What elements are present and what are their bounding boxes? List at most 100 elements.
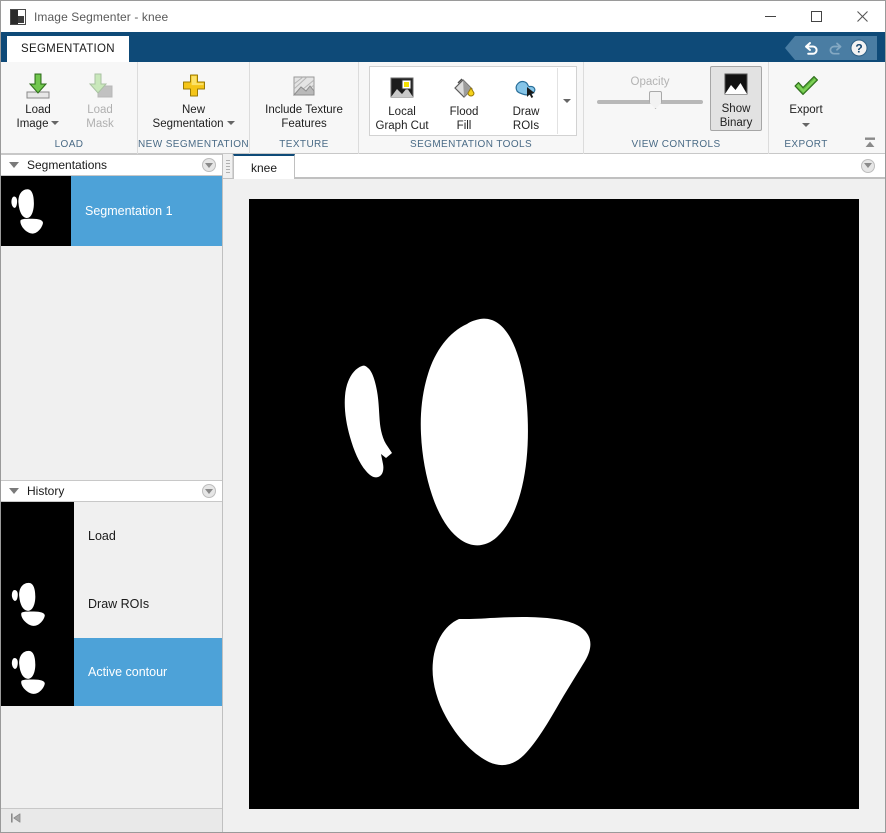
history-thumbnail-empty bbox=[1, 502, 74, 570]
flood-fill-label-2: Fill bbox=[457, 120, 472, 132]
more-tools-icon[interactable] bbox=[557, 68, 575, 134]
group-title-load: LOAD bbox=[1, 139, 137, 154]
draw-rois-button[interactable]: Draw ROIs bbox=[495, 68, 557, 133]
load-mask-icon bbox=[85, 70, 115, 102]
show-binary-button[interactable]: Show Binary bbox=[710, 66, 762, 131]
segmentation-tools-box: Local Graph Cut bbox=[369, 66, 577, 136]
document-tab-bar-filler bbox=[295, 154, 885, 178]
collapse-triangle-icon[interactable] bbox=[9, 162, 19, 168]
load-image-button[interactable]: Load Image bbox=[7, 66, 69, 131]
ribbon-group-new-segmentation: New Segmentation NEW SEGMENTATION bbox=[137, 62, 249, 154]
segmentation-thumbnail bbox=[1, 176, 71, 246]
ribbon: Load Image Load Mask bbox=[1, 62, 885, 154]
opacity-slider-thumb[interactable] bbox=[649, 91, 662, 109]
panel-menu-icon[interactable] bbox=[202, 484, 216, 498]
chevron-down-icon bbox=[563, 99, 571, 103]
local-graph-cut-button[interactable]: Local Graph Cut bbox=[371, 68, 433, 133]
load-image-icon bbox=[23, 70, 53, 102]
load-image-label-2: Image bbox=[17, 118, 49, 130]
history-panel-header: History bbox=[1, 480, 222, 502]
dock-footer bbox=[1, 808, 222, 832]
list-item-label: Load bbox=[74, 529, 116, 543]
flood-fill-icon bbox=[450, 72, 478, 104]
export-button[interactable]: Export bbox=[775, 66, 837, 131]
flood-fill-label-1: Flood bbox=[450, 106, 479, 118]
left-dock: Segmentations Segmentati bbox=[1, 154, 223, 832]
panel-menu-icon[interactable] bbox=[202, 158, 216, 172]
ribbon-group-export: Export EXPORT bbox=[768, 62, 843, 154]
ribbon-group-segmentation-tools: Local Graph Cut bbox=[358, 62, 583, 154]
drag-grip-icon[interactable] bbox=[223, 154, 233, 178]
show-binary-icon bbox=[721, 69, 751, 101]
group-title-new-segmentation: NEW SEGMENTATION bbox=[138, 139, 249, 154]
opacity-label: Opacity bbox=[631, 76, 670, 88]
list-item[interactable]: Segmentation 1 bbox=[1, 176, 222, 246]
local-graph-cut-label-2: Graph Cut bbox=[376, 120, 429, 132]
canvas-container bbox=[223, 179, 885, 832]
flood-fill-button[interactable]: Flood Fill bbox=[433, 68, 495, 133]
maximize-icon[interactable] bbox=[793, 1, 839, 32]
list-item-label: Segmentation 1 bbox=[71, 204, 173, 218]
ribbon-group-load: Load Image Load Mask bbox=[1, 62, 137, 154]
load-image-label-1: Load bbox=[25, 104, 51, 116]
segmentations-panel-header: Segmentations bbox=[1, 154, 222, 176]
collapse-left-panel-icon[interactable] bbox=[9, 811, 23, 830]
group-title-export: EXPORT bbox=[769, 139, 843, 154]
draw-rois-icon bbox=[511, 72, 541, 104]
load-mask-label-2: Mask bbox=[86, 118, 113, 130]
group-title-segmentation-tools: SEGMENTATION TOOLS bbox=[359, 139, 583, 154]
window-controls bbox=[747, 1, 885, 32]
image-segmenter-icon bbox=[10, 9, 26, 25]
new-segmentation-label-1: New bbox=[182, 104, 205, 116]
close-icon[interactable] bbox=[839, 1, 885, 32]
group-title-view-controls: VIEW CONTROLS bbox=[584, 139, 768, 154]
draw-rois-label-2: ROIs bbox=[513, 120, 539, 132]
main-area: Segmentations Segmentati bbox=[1, 154, 885, 832]
collapse-triangle-icon[interactable] bbox=[9, 488, 19, 494]
undo-icon[interactable] bbox=[799, 37, 823, 59]
include-texture-features-button[interactable]: Include Texture Features bbox=[256, 66, 352, 131]
segmentations-list[interactable]: Segmentation 1 bbox=[1, 176, 222, 480]
chevron-down-icon[interactable] bbox=[227, 121, 235, 125]
new-segmentation-label-2: Segmentation bbox=[153, 118, 224, 130]
show-binary-label-1: Show bbox=[722, 103, 751, 115]
export-label: Export bbox=[789, 104, 822, 116]
minimize-icon[interactable] bbox=[747, 1, 793, 32]
list-item[interactable]: Draw ROIs bbox=[1, 570, 222, 638]
segmentations-panel-title: Segmentations bbox=[27, 158, 107, 172]
list-item[interactable]: Active contour bbox=[1, 638, 222, 706]
history-list[interactable]: Load Draw ROIs bbox=[1, 502, 222, 808]
document-tab-knee[interactable]: knee bbox=[233, 154, 295, 179]
collapse-ribbon-icon[interactable] bbox=[861, 135, 879, 151]
list-item[interactable]: Load bbox=[1, 502, 222, 570]
opacity-control: Opacity bbox=[590, 66, 710, 104]
document-tab-bar: knee bbox=[223, 154, 885, 179]
history-panel-title: History bbox=[27, 484, 64, 498]
history-thumbnail-rois bbox=[1, 570, 74, 638]
ribbon-group-view-controls: Opacity Show Binary bbox=[583, 62, 768, 154]
chevron-down-icon[interactable] bbox=[802, 123, 810, 127]
show-binary-label-2: Binary bbox=[720, 117, 753, 129]
redo-icon[interactable] bbox=[823, 37, 847, 59]
chevron-down-icon[interactable] bbox=[51, 121, 59, 125]
history-panel: History Load bbox=[1, 480, 222, 808]
new-segmentation-button[interactable]: New Segmentation bbox=[146, 66, 242, 131]
segmentation-canvas[interactable] bbox=[249, 199, 859, 809]
document-area: knee bbox=[223, 154, 885, 832]
tab-segmentation[interactable]: SEGMENTATION bbox=[7, 36, 129, 62]
group-title-texture: TEXTURE bbox=[250, 139, 358, 154]
quick-access-toolbar: ? bbox=[785, 36, 877, 60]
help-icon[interactable]: ? bbox=[847, 37, 871, 59]
export-icon bbox=[791, 70, 821, 102]
local-graph-cut-label-1: Local bbox=[388, 106, 416, 118]
texture-icon bbox=[289, 70, 319, 102]
texture-label-1: Include Texture bbox=[265, 104, 343, 116]
ribbon-group-texture: Include Texture Features TEXTURE bbox=[249, 62, 358, 154]
draw-rois-label-1: Draw bbox=[513, 106, 540, 118]
load-mask-button[interactable]: Load Mask bbox=[69, 66, 131, 131]
history-thumbnail-active-contour bbox=[1, 638, 74, 706]
title-bar: Image Segmenter - knee bbox=[1, 1, 885, 32]
panel-menu-icon[interactable] bbox=[861, 159, 875, 173]
opacity-slider[interactable] bbox=[597, 100, 703, 104]
local-graph-cut-icon bbox=[388, 72, 416, 104]
